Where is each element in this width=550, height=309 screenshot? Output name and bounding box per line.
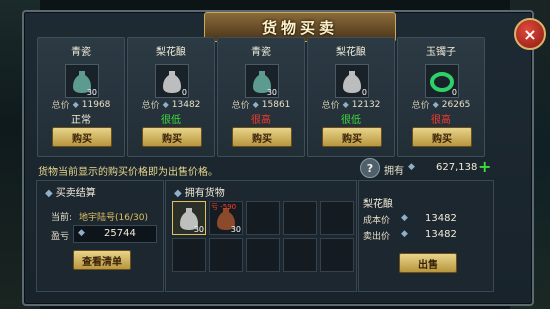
goods-slot[interactable]: 0	[155, 64, 189, 98]
goods-price: 总价 ◆ 11968	[38, 98, 124, 112]
close-button[interactable]: ×	[514, 18, 546, 50]
price-value: 11968	[81, 99, 111, 110]
silver-gem-icon: ◆	[432, 100, 439, 109]
goods-price: 总价 ◆ 13482	[128, 98, 214, 112]
buy-button[interactable]: 购买	[232, 127, 292, 147]
price-status: 正常	[71, 115, 91, 126]
goods-qty: 0	[361, 88, 367, 97]
silver-gem-icon: ◆	[252, 100, 259, 109]
buy-button[interactable]: 购买	[322, 127, 382, 147]
settlement-head: ◆ 买卖结算	[45, 188, 96, 199]
goods-price: 总价 ◆ 15861	[218, 98, 304, 112]
price-label: 总价	[141, 101, 160, 111]
detail-panel: 梨花酿 成本价 ◆ 13482 卖出价 ◆ 13482 出售	[358, 180, 494, 292]
goods-card: 梨花酿 0 总价 ◆ 13482 很低 购买	[127, 37, 215, 157]
inventory-grid: 30 亏 -590 30	[172, 201, 354, 272]
plus-icon: +	[478, 157, 492, 176]
inventory-slot[interactable]	[246, 238, 280, 272]
goods-name: 玉镯子	[426, 47, 456, 58]
price-label: 总价	[231, 101, 250, 111]
info-text: 货物当前显示的购买价格即为出售价格。	[38, 167, 218, 178]
goods-slot[interactable]: 30	[65, 64, 99, 98]
help-button[interactable]: ?	[360, 158, 380, 178]
inventory-slot[interactable]	[209, 238, 243, 272]
inventory-slot[interactable]	[246, 201, 280, 235]
goods-name: 梨花酿	[156, 47, 186, 58]
goods-name: 青瓷	[71, 47, 91, 58]
inventory-slot[interactable]: 30	[172, 201, 206, 235]
close-icon: ×	[523, 24, 537, 44]
cost-label: 成本价	[363, 216, 391, 226]
silver-gem-icon: ◆	[401, 229, 408, 239]
item-qty: 30	[230, 225, 241, 234]
profit-field: ◆ 25744	[73, 225, 157, 243]
price-status: 很低	[341, 115, 361, 126]
price-value: 12132	[351, 99, 381, 110]
profit-value: 25744	[104, 228, 136, 239]
silver-gem-icon: ◆	[342, 100, 349, 109]
silver-gem-icon: ◆	[408, 162, 415, 172]
inventory-slot[interactable]	[320, 238, 354, 272]
owned-label: 拥有	[384, 166, 404, 177]
silver-gem-icon: ◆	[174, 188, 182, 199]
goods-qty: 30	[266, 88, 277, 97]
goods-qty: 0	[451, 88, 457, 97]
inventory-panel: ◆ 拥有货物 30 亏 -590 30	[165, 180, 357, 292]
price-status: 很高	[431, 115, 451, 126]
buy-button[interactable]: 购买	[412, 127, 472, 147]
detail-name: 梨花酿	[363, 199, 393, 210]
inventory-slot[interactable]	[172, 238, 206, 272]
profit-label: 盈亏	[51, 232, 70, 242]
view-list-button[interactable]: 查看清单	[73, 250, 131, 270]
goods-price: 总价 ◆ 26265	[398, 98, 484, 112]
goods-card: 青瓷 30 总价 ◆ 15861 很高 购买	[217, 37, 305, 157]
add-currency-button[interactable]: +	[478, 157, 491, 176]
window-title: 货物买卖	[261, 18, 338, 37]
silver-gem-icon: ◆	[45, 188, 53, 199]
price-label: 总价	[321, 101, 340, 111]
price-value: 15861	[261, 99, 291, 110]
goods-name: 梨花酿	[336, 47, 366, 58]
goods-name: 青瓷	[251, 47, 271, 58]
settlement-panel: ◆ 买卖结算 当前: 地宇陆号(16/30) 盈亏 ◆ 25744 查看清单	[36, 180, 164, 292]
current-value: 地宇陆号(16/30)	[79, 213, 148, 223]
inventory-slot[interactable]: 亏 -590 30	[209, 201, 243, 235]
inventory-slot[interactable]	[283, 201, 317, 235]
item-tag: 亏 -590	[211, 203, 237, 211]
price-label: 总价	[411, 101, 430, 111]
price-status: 很高	[251, 115, 271, 126]
sell-value: 13482	[425, 229, 457, 240]
help-icon: ?	[366, 161, 374, 175]
cost-value: 13482	[425, 213, 457, 224]
goods-card: 梨花酿 0 总价 ◆ 12132 很低 购买	[307, 37, 395, 157]
goods-card: 玉镯子 0 总价 ◆ 26265 很高 购买	[397, 37, 485, 157]
inventory-slot[interactable]	[283, 238, 317, 272]
buy-button[interactable]: 购买	[142, 127, 202, 147]
sell-button[interactable]: 出售	[399, 253, 457, 273]
current-label: 当前:	[51, 213, 73, 223]
price-status: 很低	[161, 115, 181, 126]
goods-slot[interactable]: 0	[335, 64, 369, 98]
price-label: 总价	[51, 101, 70, 111]
item-qty: 30	[193, 225, 204, 234]
goods-qty: 0	[181, 88, 187, 97]
silver-gem-icon: ◆	[401, 213, 408, 223]
goods-card: 青瓷 30 总价 ◆ 11968 正常 购买	[37, 37, 125, 157]
inventory-slot[interactable]	[320, 201, 354, 235]
owned-value: 627,138	[436, 162, 478, 173]
silver-gem-icon: ◆	[72, 100, 79, 109]
silver-gem-icon: ◆	[162, 100, 169, 109]
goods-price: 总价 ◆ 12132	[308, 98, 394, 112]
goods-slot[interactable]: 0	[425, 64, 459, 98]
buy-button[interactable]: 购买	[52, 127, 112, 147]
price-value: 13482	[171, 99, 201, 110]
inventory-head: ◆ 拥有货物	[174, 188, 225, 199]
goods-qty: 30	[86, 88, 97, 97]
silver-gem-icon: ◆	[78, 228, 85, 238]
sell-label: 卖出价	[363, 232, 391, 242]
price-value: 26265	[441, 99, 471, 110]
goods-slot[interactable]: 30	[245, 64, 279, 98]
